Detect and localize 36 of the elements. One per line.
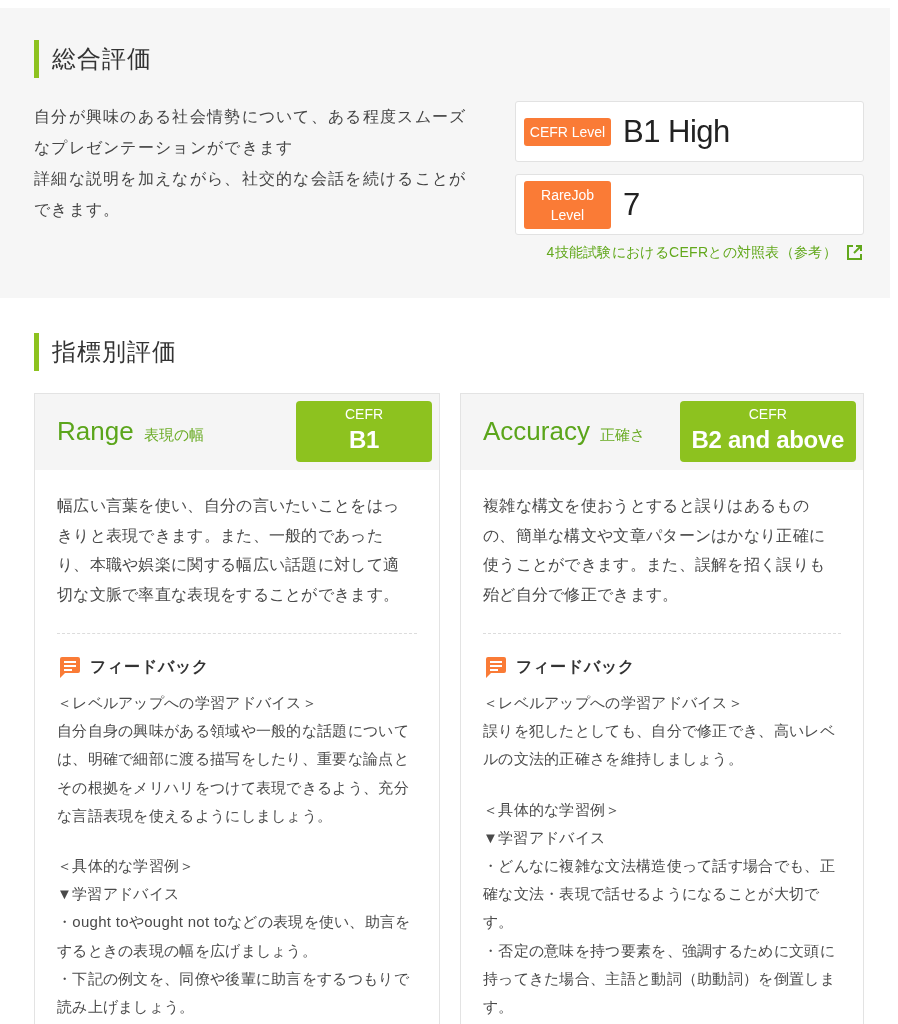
feedback-text: 誤りを犯したとしても、自分で修正でき、高いレベルの文法的正確さを維持しましょう。 bbox=[483, 721, 836, 770]
skill-title: Range bbox=[57, 415, 134, 447]
section-heading: 指標別評価 bbox=[34, 333, 864, 371]
cefr-value: B2 and above bbox=[691, 424, 844, 455]
level-badge: CEFR Level bbox=[524, 117, 611, 146]
level-value: 7 bbox=[623, 185, 640, 224]
cefr-value: B1 bbox=[348, 424, 380, 455]
level-value: B1 High bbox=[623, 112, 730, 151]
skill-subtitle: 表現の幅 bbox=[143, 425, 204, 445]
section-heading: 総合評価 bbox=[34, 40, 864, 78]
skill-description: 複雑な構文を使おうとすると誤りはあるものの、簡単な構文や文章パターンはかなり正確に使うことができます。また、誤解を招く誤りも殆ど自分で修正できます。 bbox=[483, 496, 827, 605]
skill-title: Accuracy bbox=[483, 415, 590, 447]
feedback-heading: ＜レベルアップへの学習アドバイス＞ bbox=[483, 693, 745, 713]
feedback-heading: ＜レベルアップへの学習アドバイス＞ bbox=[57, 693, 319, 713]
summary-text: 詳細な説明を加えながら、社交的な会話を続けることができます。 bbox=[34, 169, 468, 220]
cefr-label: CEFR bbox=[344, 404, 384, 423]
external-link-icon bbox=[847, 245, 862, 260]
feedback-text: ・下記の例文を、同僚や後輩に助言をするつもりで読み上げましょう。 bbox=[57, 968, 410, 1018]
reference-link[interactable]: 4技能試験におけるCEFRとの対照表（参考） bbox=[546, 243, 862, 262]
feedback-text: ▼学習アドバイス bbox=[483, 827, 607, 848]
chat-bubble-icon bbox=[485, 656, 507, 678]
feedback-text: ▼学習アドバイス bbox=[57, 884, 181, 905]
feedback-text: 自分自身の興味がある領域や一般的な話題については、明確で細部に渡る描写をしたり、重要な論点とその根拠をメリハリをつけて表現できるよう、充分な言語表現を使えるようにしましょう。 bbox=[57, 721, 410, 826]
feedback-title: フィードバック bbox=[516, 656, 635, 677]
feedback-text: ・どんなに複雑な文法構造使って話す場合でも、正確な文法・表現で話せるようになることが大切です。 bbox=[483, 856, 836, 933]
cefr-label: CEFR bbox=[748, 404, 787, 423]
chat-bubble-icon bbox=[59, 656, 81, 678]
skill-description: 幅広い言葉を使い、自分の言いたいことをはっきりと表現できます。また、一般的であったり、本職や娯楽に関する幅広い話題に対して適切な文脈で率直な表現をすることができます。 bbox=[57, 496, 401, 605]
feedback-text: ・否定の意味を持つ要素を、強調するために文頭に持ってきた場合、主語と動詞（助動詞）を倒置します。 bbox=[483, 940, 836, 1018]
feedback-text: ・ought toやought not toなどの表現を使い、助言をするときの表現の幅を広げましょう。 bbox=[57, 912, 412, 961]
summary-text: 自分が興味のある社会情勢について、ある程度スムーズなプレゼンテーションができます bbox=[34, 107, 468, 158]
skill-subtitle: 正確さ bbox=[599, 425, 645, 445]
feedback-heading: ＜具体的な学習例＞ bbox=[483, 799, 622, 820]
level-badge: RareJob Level bbox=[524, 180, 611, 229]
feedback-heading: ＜具体的な学習例＞ bbox=[57, 856, 196, 876]
feedback-title: フィードバック bbox=[90, 656, 209, 677]
